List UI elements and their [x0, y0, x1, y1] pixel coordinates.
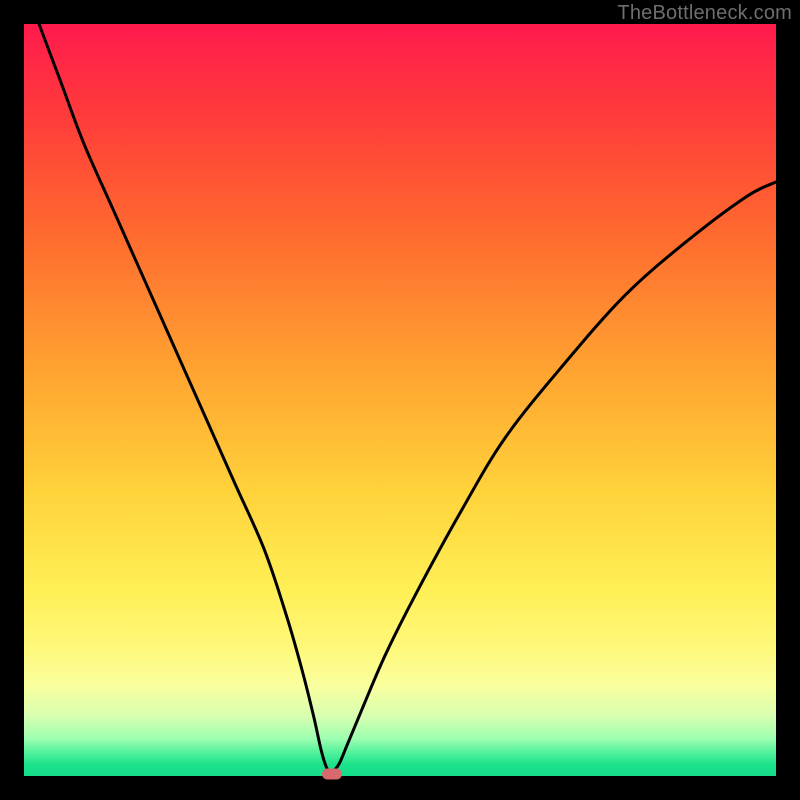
bottleneck-curve	[24, 24, 776, 776]
watermark-text: TheBottleneck.com	[617, 2, 792, 25]
optimal-point-marker	[322, 768, 342, 779]
plot-area	[24, 24, 776, 776]
chart-frame: TheBottleneck.com	[0, 0, 800, 800]
